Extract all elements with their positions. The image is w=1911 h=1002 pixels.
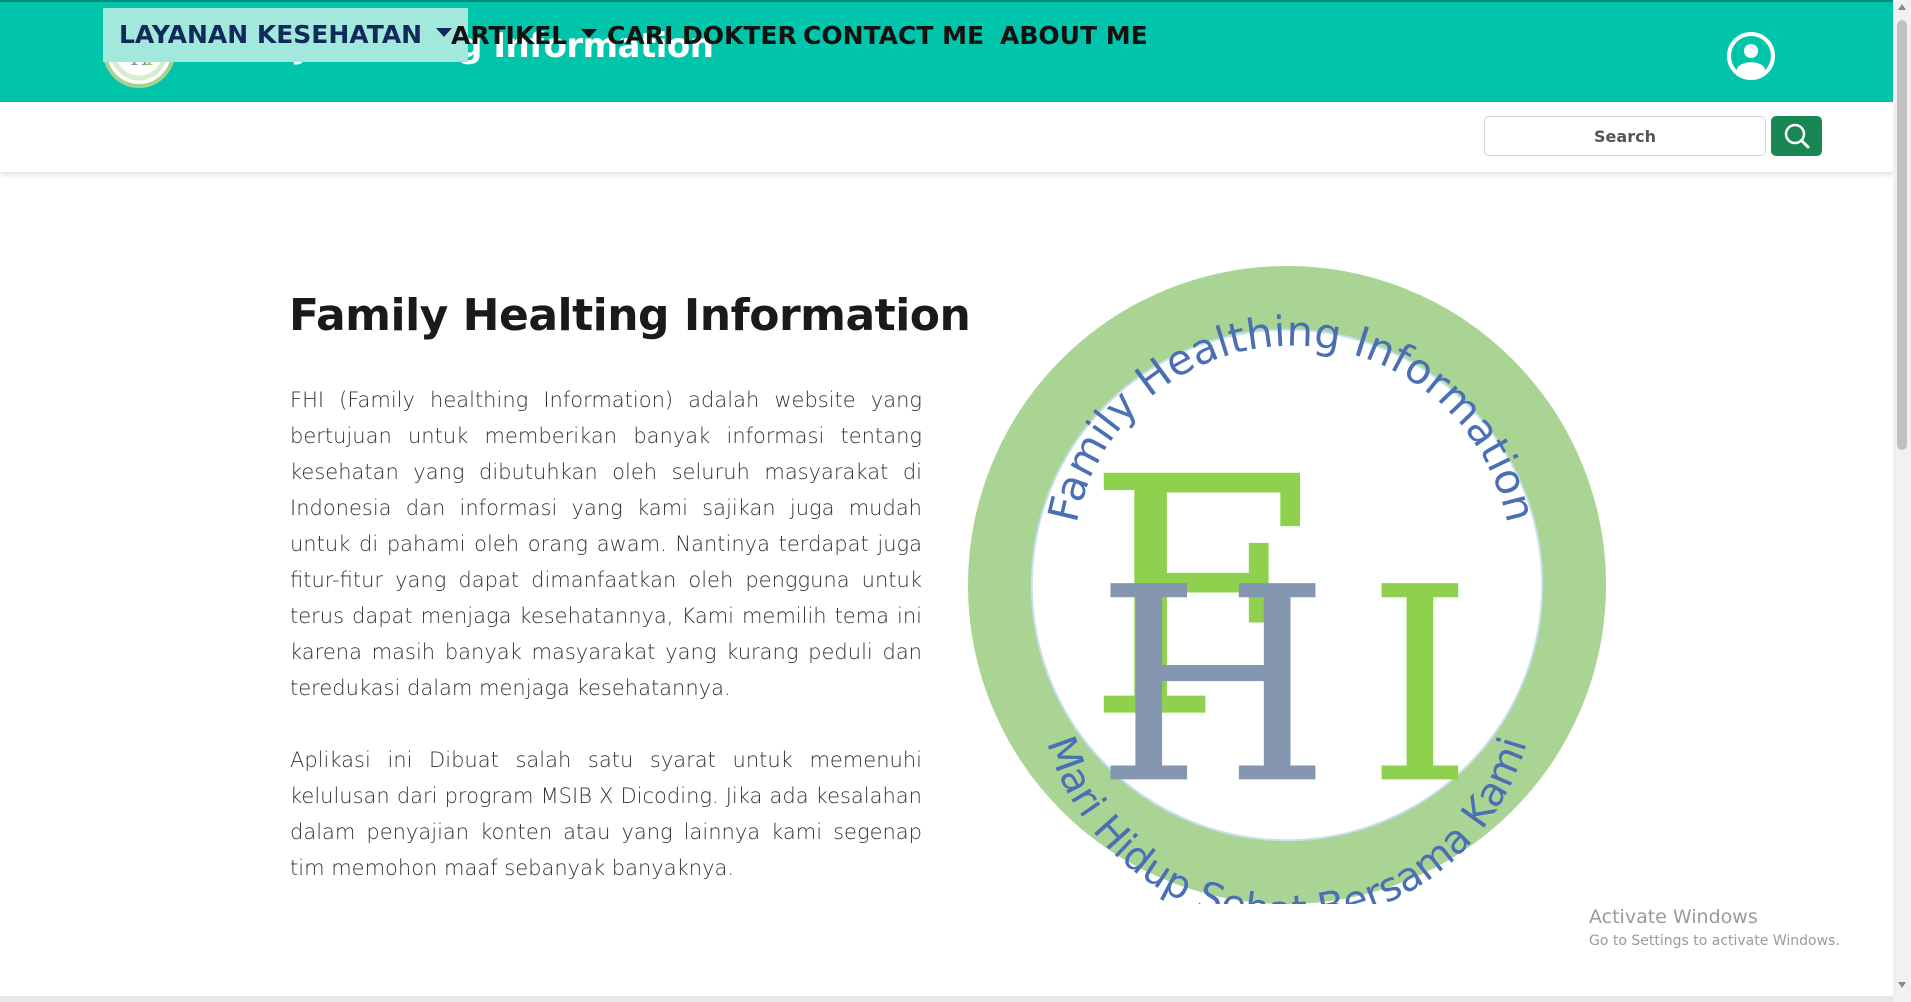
nav-label-about-me: ABOUT ME (1000, 21, 1148, 50)
activate-windows-title: Activate Windows (1589, 906, 1758, 928)
program-paragraph: Aplikasi ini Dibuat salah satu syarat un… (290, 748, 922, 880)
user-circle-icon (1737, 44, 1765, 76)
emblem-letter-i: I (1367, 530, 1473, 843)
nav-about-me[interactable]: ABOUT ME (1000, 18, 1148, 62)
scroll-down-arrow-icon[interactable] (1898, 982, 1906, 988)
fhi-emblem: Family Healthing Information Mari Hidup … (968, 266, 1606, 934)
scroll-up-arrow-icon[interactable] (1898, 4, 1906, 10)
nav-contact-me[interactable]: CONTACT ME (803, 18, 984, 62)
nav-artikel[interactable]: ARTIKEL (451, 18, 598, 62)
search-input[interactable] (1484, 116, 1766, 156)
nav-label-layanan-kesehatan: LAYANAN KESEHATAN (119, 20, 423, 49)
intro-paragraph: FHI (Family healthing Information) adala… (290, 388, 922, 700)
page-title: Family Healting Information (289, 290, 971, 341)
nav-label-contact-me: CONTACT ME (803, 21, 985, 50)
fhi-emblem-icon: Family Healthing Information Mari Hidup … (968, 266, 1606, 934)
emblem-letter-h: H (1096, 530, 1331, 843)
chevron-down-icon (436, 27, 453, 37)
search-button[interactable] (1771, 116, 1822, 156)
nav-cari-dokter[interactable]: CARI DOKTER (607, 18, 797, 62)
nav-label-artikel: ARTIKEL (451, 21, 568, 50)
nav-label-cari-dokter: CARI DOKTER (607, 21, 797, 50)
activate-windows-subtitle: Go to Settings to activate Windows. (1589, 933, 1840, 949)
search-icon (1784, 123, 1810, 149)
page: F H I Family Healting Information LAYANA… (0, 0, 1911, 1002)
horizontal-scrollbar[interactable] (0, 996, 1893, 1002)
chevron-down-icon (581, 28, 598, 38)
nav-layanan-kesehatan[interactable]: LAYANAN KESEHATAN (103, 8, 469, 62)
user-account-button[interactable] (1727, 32, 1775, 80)
scrollbar-thumb[interactable] (1897, 20, 1907, 450)
